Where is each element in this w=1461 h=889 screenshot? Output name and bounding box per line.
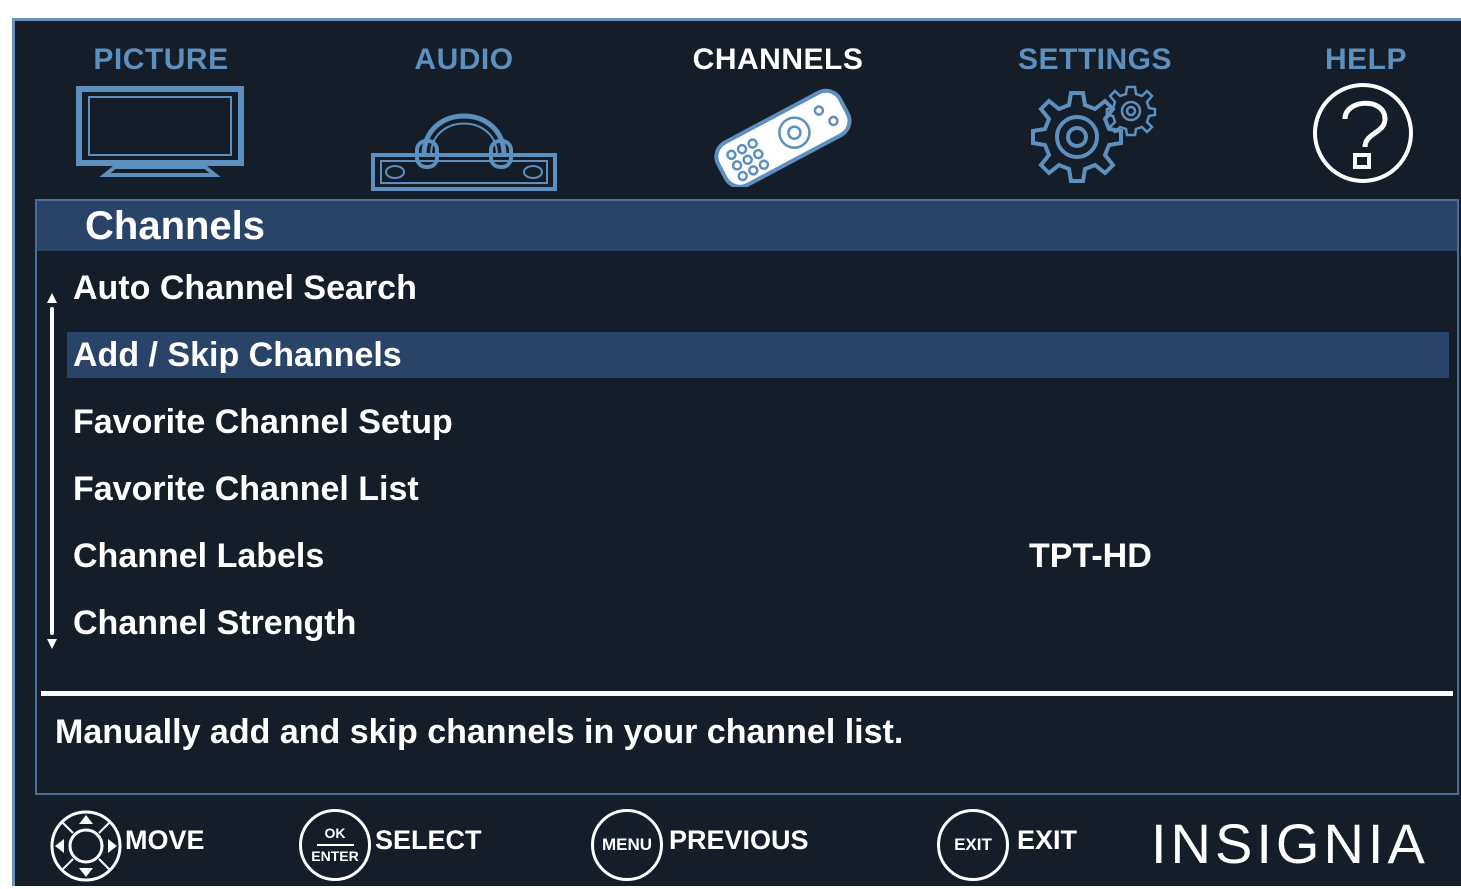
menu-item-add-skip-channels[interactable]: Add / Skip Channels [67, 332, 1449, 378]
tab-picture[interactable]: PICTURE [76, 43, 244, 177]
tab-audio-label: AUDIO [414, 43, 514, 76]
tab-audio[interactable]: AUDIO [371, 43, 557, 191]
menu-item-channel-labels[interactable]: Channel Labels TPT-HD [67, 533, 1449, 579]
hint-previous-label: PREVIOUS [669, 825, 809, 855]
tab-settings[interactable]: SETTINGS [1005, 43, 1185, 183]
dpad-icon [49, 809, 123, 888]
panel-title: Channels [85, 204, 266, 248]
gears-icon [1019, 81, 1169, 187]
ok-icon-text: OK [316, 826, 354, 846]
scroll-track[interactable] [50, 307, 54, 635]
help-text: Manually add and skip channels in your c… [55, 713, 904, 751]
menu-item-label: Favorite Channel Setup [73, 403, 453, 441]
hint-move-label: MOVE [125, 825, 205, 855]
tab-channels-label: CHANNELS [692, 43, 864, 76]
scroll-up-arrow-icon[interactable] [47, 293, 57, 303]
tab-settings-label: SETTINGS [1017, 43, 1172, 76]
tab-help-label: HELP [1324, 43, 1407, 76]
panel-title-bar: Channels [37, 201, 1457, 251]
channels-panel: Channels Auto Channel Search Add / Skip … [35, 199, 1459, 795]
menu-button-icon: MENU [591, 809, 663, 881]
tab-channels[interactable]: CHANNELS [683, 43, 873, 187]
enter-icon-text: ENTER [311, 848, 359, 864]
tab-help[interactable]: HELP [1311, 43, 1421, 183]
tv-menu-screen: PICTURE AUDIO CHANNELS SETTINGS HELP Cha… [12, 18, 1461, 886]
exit-icon-text: EXIT [954, 835, 992, 854]
menu-icon-text: MENU [601, 835, 653, 854]
scroll-down-arrow-icon[interactable] [47, 639, 57, 649]
scrollbar[interactable] [47, 293, 57, 649]
exit-button-icon: EXIT [937, 809, 1009, 881]
channel-labels-value: TPT-HD [1029, 537, 1152, 575]
menu-item-favorite-channel-setup[interactable]: Favorite Channel Setup [67, 399, 1449, 445]
divider [41, 691, 1453, 696]
menu-item-label: Channel Strength [73, 604, 357, 642]
menu-item-label: Add / Skip Channels [73, 336, 402, 374]
tab-picture-label: PICTURE [93, 43, 229, 76]
headphones-soundbar-icon [369, 83, 559, 193]
menu-item-auto-channel-search[interactable]: Auto Channel Search [67, 265, 1449, 311]
hint-select-label: SELECT [375, 825, 482, 855]
remote-control-icon [707, 87, 857, 187]
ok-enter-button-icon: OK ENTER [299, 809, 371, 881]
hint-exit-label: EXIT [1017, 825, 1078, 855]
tv-icon [75, 85, 245, 185]
menu-item-label: Favorite Channel List [73, 470, 419, 508]
question-icon [1311, 81, 1421, 185]
brand-logo: INSIGNIA [1151, 812, 1429, 875]
menu-item-favorite-channel-list[interactable]: Favorite Channel List [67, 466, 1449, 512]
footer-hints: MOVE OK ENTER SELECT MENU PREVIOUS EXIT … [15, 799, 1461, 889]
menu-item-channel-strength[interactable]: Channel Strength [67, 600, 1449, 646]
menu-item-label: Auto Channel Search [73, 269, 417, 307]
menu-item-label: Channel Labels [73, 537, 325, 575]
